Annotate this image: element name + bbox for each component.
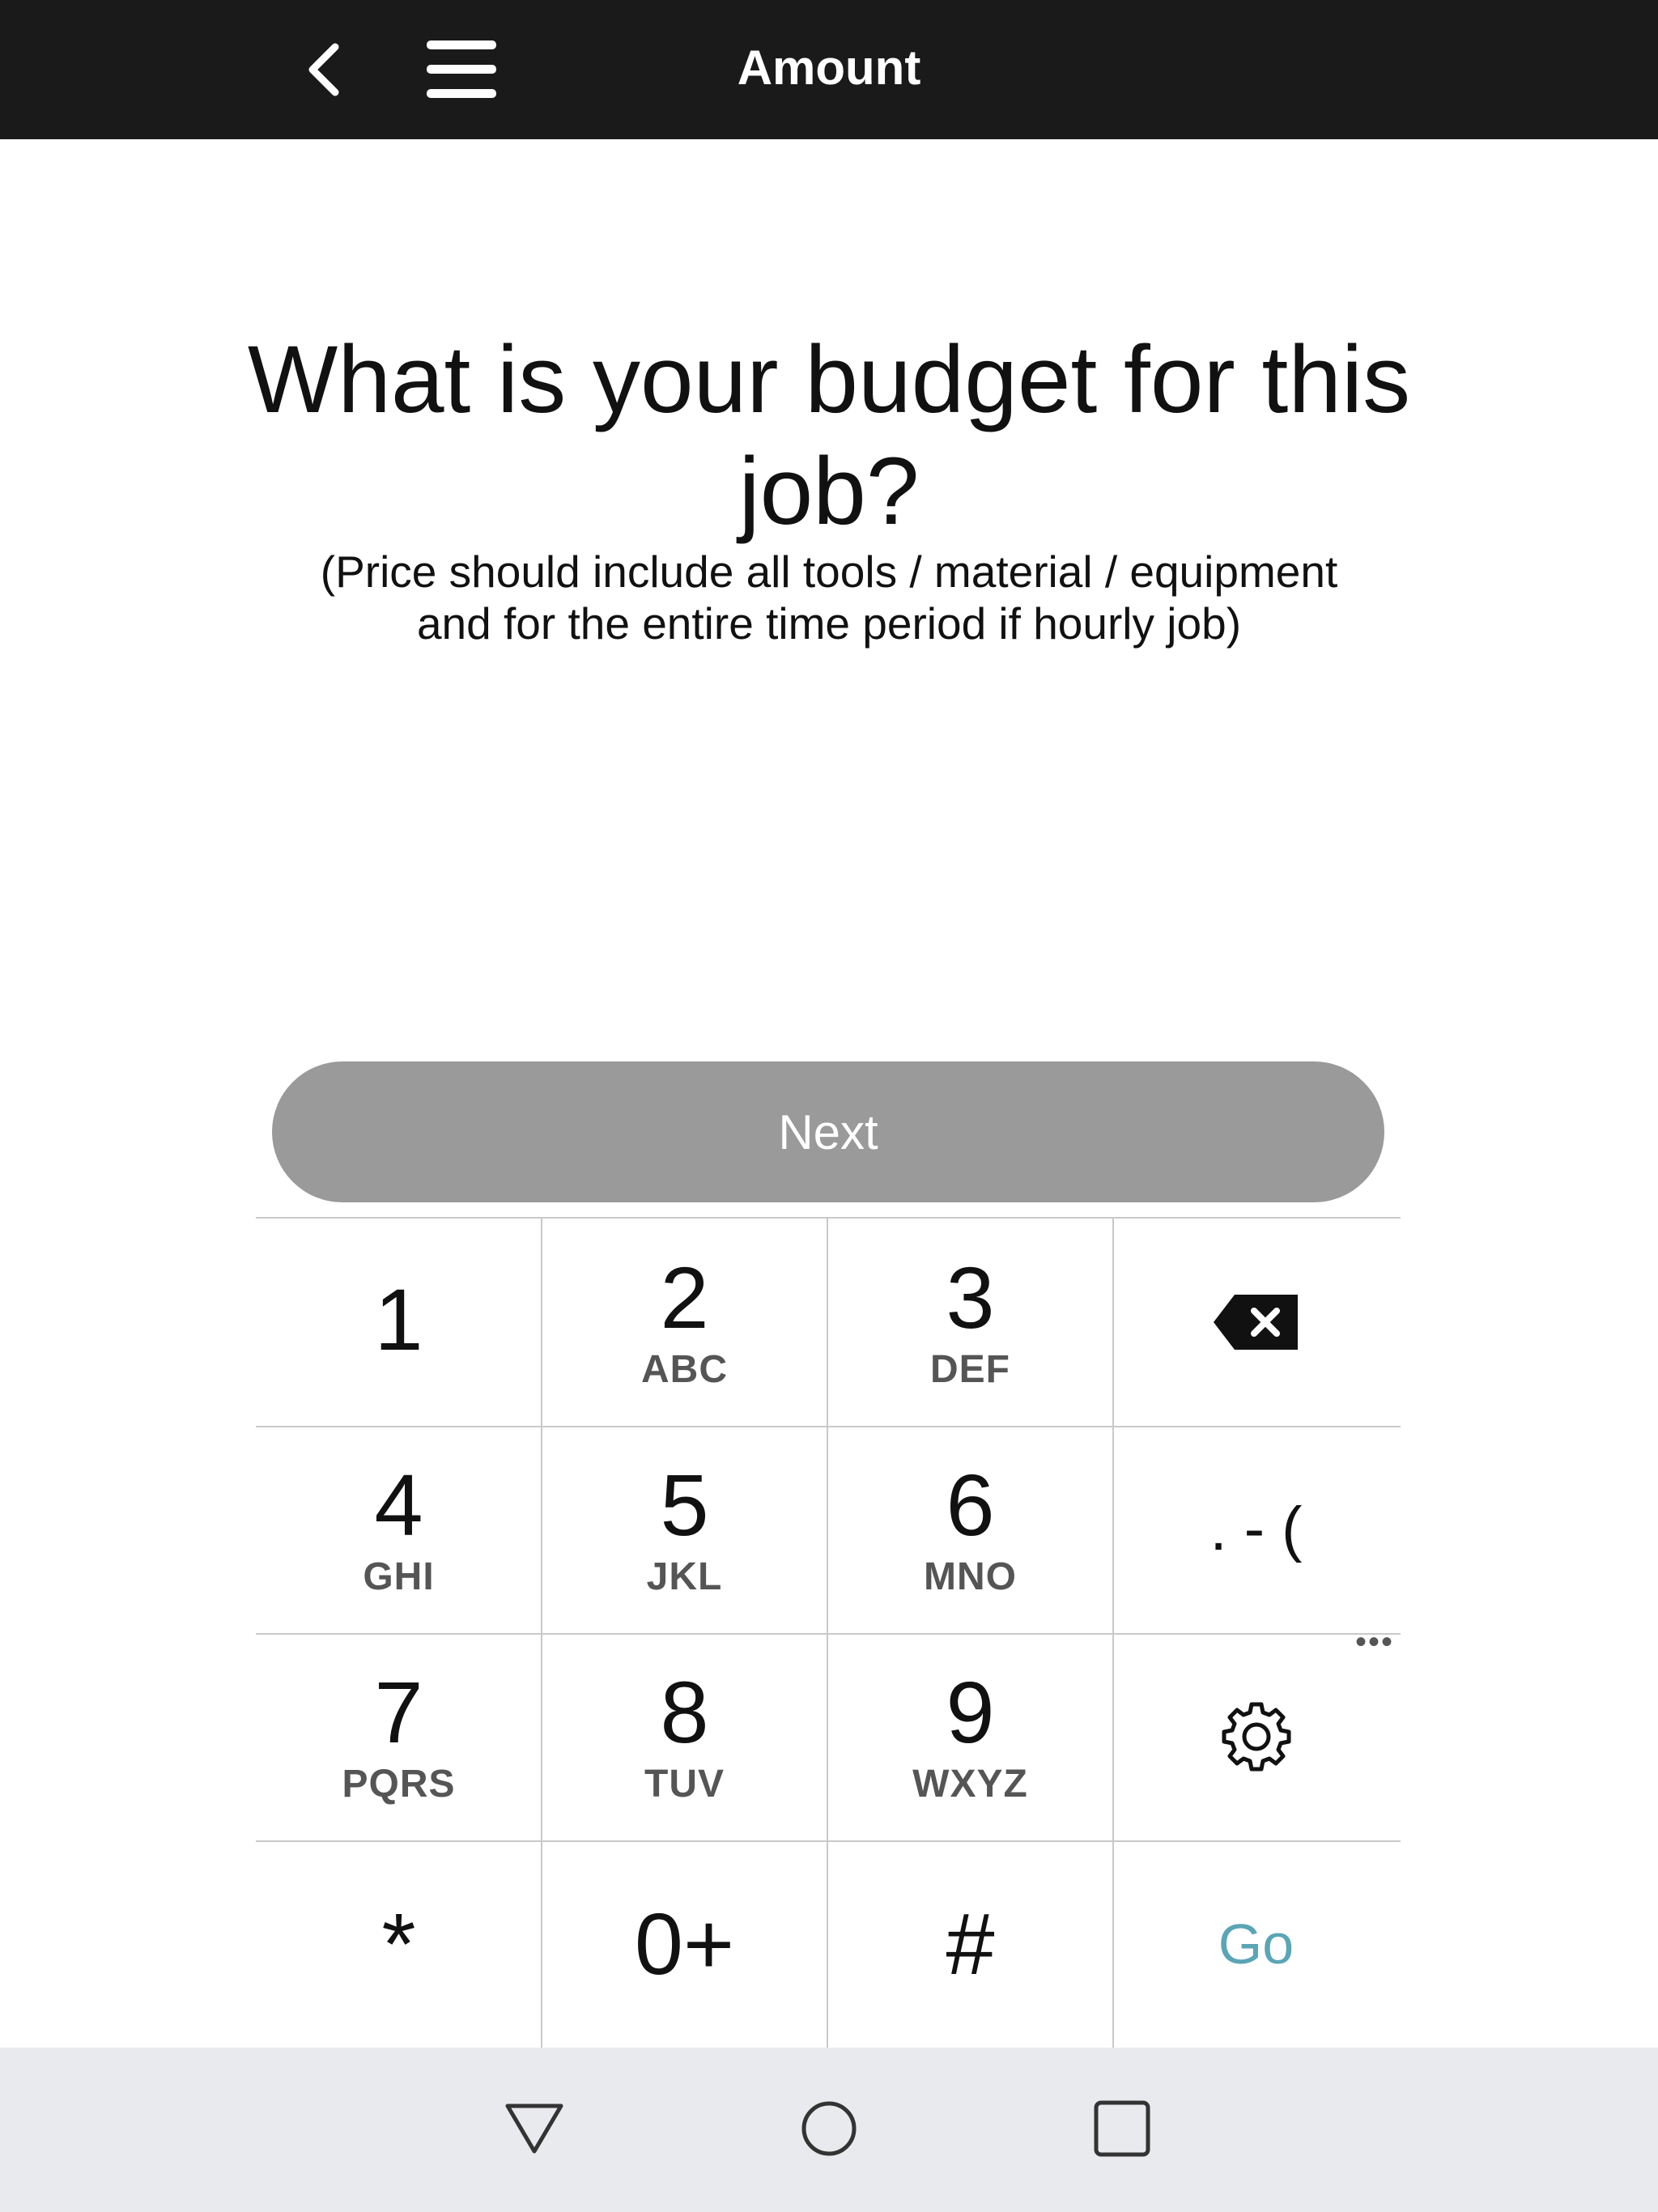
chevron-left-icon xyxy=(308,43,339,96)
key-letters: JKL xyxy=(646,1555,723,1598)
hint-line-1: (Price should include all tools / materi… xyxy=(320,547,1338,597)
page-title: Amount xyxy=(737,40,921,95)
key-5[interactable]: 5 JKL xyxy=(542,1426,827,1633)
key-digit: 1 xyxy=(374,1270,423,1368)
key-6[interactable]: 6 MNO xyxy=(827,1426,1113,1633)
key-0[interactable]: 0+ xyxy=(542,1840,827,2048)
hamburger-menu-icon xyxy=(427,40,496,98)
system-recents-button[interactable] xyxy=(1082,2088,1163,2169)
key-letters: TUV xyxy=(644,1762,725,1806)
key-letters: PQRS xyxy=(342,1762,456,1806)
key-digit: 8 xyxy=(660,1662,709,1761)
budget-question: What is your budget for this job? xyxy=(247,326,1411,545)
key-letters: MNO xyxy=(924,1555,1017,1598)
key-4[interactable]: 4 GHI xyxy=(256,1426,542,1633)
key-star[interactable]: * xyxy=(256,1840,542,2048)
key-letters: DEF xyxy=(930,1347,1010,1391)
key-9[interactable]: 9 WXYZ xyxy=(827,1633,1113,1840)
go-key[interactable]: Go xyxy=(1113,1840,1399,2048)
menu-button[interactable] xyxy=(421,29,502,110)
key-digit: 7 xyxy=(374,1662,423,1761)
key-letters: WXYZ xyxy=(912,1762,1028,1806)
square-recents-icon xyxy=(1094,2100,1150,2157)
backspace-icon xyxy=(1213,1295,1298,1350)
system-back-button[interactable] xyxy=(494,2088,575,2169)
go-label: Go xyxy=(1218,1912,1295,1976)
key-letters: GHI xyxy=(363,1555,435,1598)
symbols-key[interactable]: . - ( xyxy=(1113,1426,1399,1633)
key-digit: 5 xyxy=(660,1455,709,1554)
hint-line-2: and for the entire time period if hourly… xyxy=(416,598,1242,649)
top-app-bar: Amount xyxy=(0,0,1658,139)
system-navigation-bar xyxy=(0,2048,1658,2212)
gear-icon xyxy=(1222,1702,1290,1772)
key-symbols: . - ( xyxy=(1209,1495,1303,1563)
key-digit: 4 xyxy=(374,1455,423,1554)
key-digit: 9 xyxy=(946,1662,995,1761)
key-letters: ABC xyxy=(641,1347,728,1391)
budget-hint: (Price should include all tools / materi… xyxy=(181,546,1477,649)
key-digit: * xyxy=(381,1895,416,1993)
key-7[interactable]: 7 PQRS xyxy=(256,1633,542,1840)
key-digit: 2 xyxy=(660,1248,709,1346)
key-2[interactable]: 2 ABC xyxy=(542,1219,827,1426)
next-button[interactable]: Next xyxy=(272,1061,1384,1202)
key-digit: 0+ xyxy=(634,1895,735,1993)
key-3[interactable]: 3 DEF xyxy=(827,1219,1113,1426)
key-digit: 6 xyxy=(946,1455,995,1554)
key-digit: # xyxy=(946,1895,995,1993)
back-button[interactable] xyxy=(283,29,364,110)
triangle-back-icon xyxy=(505,2104,563,2154)
key-1[interactable]: 1 xyxy=(256,1219,542,1426)
numeric-keypad: 1 2 ABC 3 DEF 4 GHI 5 JKL 6 MNO . - ( ••… xyxy=(256,1217,1401,2049)
system-home-button[interactable] xyxy=(789,2088,869,2169)
settings-key[interactable] xyxy=(1113,1633,1399,1840)
key-hash[interactable]: # xyxy=(827,1840,1113,2048)
key-digit: 3 xyxy=(946,1248,995,1346)
backspace-key[interactable] xyxy=(1113,1219,1399,1426)
key-8[interactable]: 8 TUV xyxy=(542,1633,827,1840)
circle-home-icon xyxy=(801,2101,857,2156)
